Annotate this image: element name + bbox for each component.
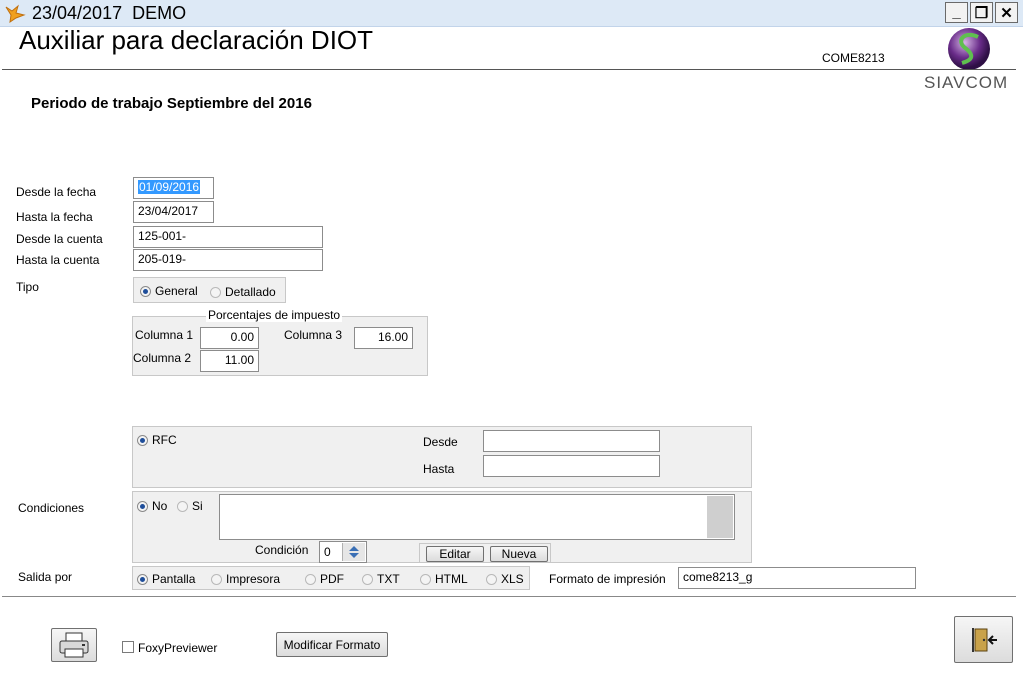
radio-selected-icon [137, 500, 148, 512]
condiciones-label: Condiciones [18, 501, 85, 515]
condiciones-textarea[interactable] [219, 494, 735, 540]
foxypreviewer-label: FoxyPreviewer [138, 641, 218, 655]
salida-pdf-radio[interactable]: PDF [305, 572, 344, 586]
window-title: 23/04/2017 DEMO [32, 3, 187, 23]
columna1-label: Columna 1 [135, 328, 194, 342]
radio-unselected-icon [211, 573, 222, 585]
salida-group: Pantalla Impresora PDF TXT HTML XLS [132, 566, 530, 590]
condicion-value: 0 [324, 545, 331, 559]
salida-option-label: HTML [435, 572, 468, 586]
condiciones-no-radio[interactable]: No [137, 499, 167, 513]
spinner-arrows-icon[interactable] [342, 543, 365, 561]
desde-fecha-value: 01/09/2016 [138, 180, 201, 194]
tipo-group: General Detallado [133, 277, 286, 303]
tipo-detallado-radio[interactable]: Detallado [210, 285, 276, 299]
desde-fecha-label: Desde la fecha [16, 185, 97, 199]
porcentajes-title: Porcentajes de impuesto [206, 308, 343, 322]
hasta-cuenta-input[interactable]: 205-019- [133, 249, 323, 271]
textarea-scrollbar[interactable] [707, 496, 733, 538]
rfc-desde-input[interactable] [483, 430, 660, 452]
siavcom-logo: SIAVCOM [920, 27, 1016, 97]
rfc-desde-label: Desde [423, 435, 458, 449]
tipo-general-label: General [155, 284, 198, 298]
columna1-input[interactable]: 0.00 [200, 327, 259, 349]
editar-button[interactable]: Editar [426, 546, 484, 562]
radio-unselected-icon [177, 500, 188, 512]
rfc-radio[interactable]: RFC [137, 433, 177, 447]
minimize-button[interactable]: _ [945, 2, 968, 23]
hasta-fecha-label: Hasta la fecha [16, 210, 93, 224]
columna3-label: Columna 3 [284, 328, 343, 342]
hasta-fecha-input[interactable]: 23/04/2017 [133, 201, 214, 223]
radio-unselected-icon [420, 573, 431, 585]
header-divider [2, 69, 1016, 70]
salida-pantalla-radio[interactable]: Pantalla [137, 572, 195, 586]
rfc-hasta-input[interactable] [483, 455, 660, 477]
restore-button[interactable]: ❐ [970, 2, 993, 23]
exit-button[interactable] [954, 616, 1013, 663]
radio-unselected-icon [210, 286, 221, 298]
nueva-button[interactable]: Nueva [490, 546, 548, 562]
salida-xls-radio[interactable]: XLS [486, 572, 524, 586]
page-title: Auxiliar para declaración DIOT [19, 25, 374, 55]
radio-unselected-icon [486, 573, 497, 585]
desde-fecha-input[interactable]: 01/09/2016 [133, 177, 214, 199]
tipo-detallado-label: Detallado [225, 285, 276, 299]
radio-unselected-icon [362, 573, 373, 585]
app-fox-icon [5, 4, 26, 23]
condicion-spinner[interactable]: 0 [319, 541, 367, 563]
salida-option-label: XLS [501, 572, 524, 586]
rfc-hasta-label: Hasta [423, 462, 455, 476]
salida-label: Salida por [18, 570, 73, 584]
logo-text: SIAVCOM [924, 73, 1009, 92]
salida-html-radio[interactable]: HTML [420, 572, 468, 586]
columna2-label: Columna 2 [133, 351, 192, 365]
foxypreviewer-checkbox[interactable] [122, 641, 134, 653]
formato-input[interactable]: come8213_g [678, 567, 916, 589]
rfc-group: RFC Desde Hasta [132, 426, 752, 488]
radio-unselected-icon [305, 573, 316, 585]
condicion-buttons: Editar Nueva [419, 543, 551, 563]
condicion-label: Condición [255, 543, 309, 557]
tipo-general-radio[interactable]: General [140, 284, 198, 298]
close-button[interactable]: ✕ [995, 2, 1018, 23]
salida-option-label: Pantalla [152, 572, 196, 586]
hasta-cuenta-label: Hasta la cuenta [16, 253, 100, 267]
periodo-label: Periodo de trabajo Septiembre del 2016 [31, 95, 312, 112]
radio-selected-icon [137, 573, 148, 585]
form-code: COME8213 [822, 51, 885, 65]
salida-txt-radio[interactable]: TXT [362, 572, 400, 586]
condiciones-group: No Si Condición 0 Editar Nueva [132, 491, 752, 563]
salida-impresora-radio[interactable]: Impresora [211, 572, 280, 586]
footer-divider [2, 596, 1016, 597]
tipo-label: Tipo [16, 280, 39, 294]
exit-door-icon [971, 627, 997, 652]
radio-selected-icon [140, 285, 151, 297]
salida-option-label: Impresora [226, 572, 281, 586]
desde-cuenta-input[interactable]: 125-001- [133, 226, 323, 248]
columna3-input[interactable]: 16.00 [354, 327, 413, 349]
condiciones-no-label: No [152, 499, 168, 513]
printer-icon [59, 632, 89, 658]
columna2-input[interactable]: 11.00 [200, 350, 259, 372]
condiciones-si-radio[interactable]: Si [177, 499, 203, 513]
desde-cuenta-label: Desde la cuenta [16, 232, 103, 246]
salida-option-label: PDF [320, 572, 344, 586]
modificar-formato-button[interactable]: Modificar Formato [276, 632, 388, 657]
condiciones-si-label: Si [192, 499, 203, 513]
print-button[interactable] [51, 628, 97, 662]
formato-label: Formato de impresión [549, 572, 666, 586]
radio-selected-icon [137, 434, 148, 446]
title-bar: 23/04/2017 DEMO _ ❐ ✕ [0, 0, 1023, 27]
rfc-label: RFC [152, 433, 177, 447]
salida-option-label: TXT [377, 572, 400, 586]
